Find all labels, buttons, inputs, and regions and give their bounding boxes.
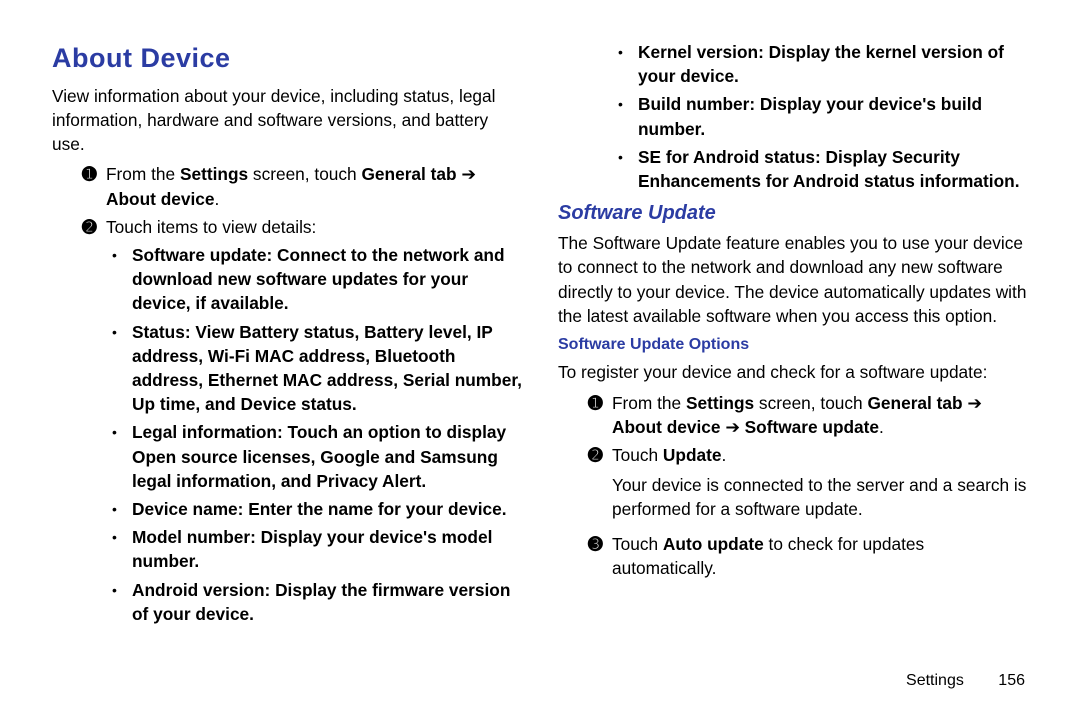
bullet-icon: • bbox=[112, 420, 132, 493]
page-body: About Device View information about your… bbox=[52, 40, 1028, 650]
list-item: • Status: View Battery status, Battery l… bbox=[112, 320, 522, 417]
step-2-text: Touch items to view details: bbox=[106, 215, 522, 239]
bullet-icon: • bbox=[112, 243, 132, 316]
intro-paragraph: View information about your device, incl… bbox=[52, 84, 522, 157]
bullet-icon: • bbox=[618, 40, 638, 88]
step-2: ➋ Touch items to view details: bbox=[82, 215, 522, 239]
step-marker: ➋ bbox=[82, 215, 106, 239]
step-1-text: From the Settings screen, touch General … bbox=[106, 162, 522, 210]
step-marker: ➌ bbox=[588, 532, 612, 580]
list-item: • Software update: Connect to the networ… bbox=[112, 243, 522, 316]
bullet-icon: • bbox=[618, 145, 638, 193]
su-step-1: ➊ From the Settings screen, touch Genera… bbox=[588, 391, 1028, 439]
step-marker: ➋ bbox=[588, 443, 612, 528]
su-step-3: ➌ Touch Auto update to check for updates… bbox=[588, 532, 1028, 580]
bullet-icon: • bbox=[112, 320, 132, 417]
bullet-icon: • bbox=[112, 497, 132, 521]
step-1: ➊ From the Settings screen, touch Genera… bbox=[82, 162, 522, 210]
software-update-intro: The Software Update feature enables you … bbox=[558, 231, 1028, 328]
footer-section: Settings bbox=[906, 670, 964, 692]
list-item: • Legal information: Touch an option to … bbox=[112, 420, 522, 493]
list-item: • SE for Android status: Display Securit… bbox=[618, 145, 1028, 193]
footer-page-number: 156 bbox=[998, 670, 1025, 692]
bullet-icon: • bbox=[112, 525, 132, 573]
page-footer: Settings 156 bbox=[906, 670, 1025, 692]
heading-about-device: About Device bbox=[52, 40, 522, 78]
step-marker: ➊ bbox=[588, 391, 612, 439]
step-marker: ➊ bbox=[82, 162, 106, 210]
heading-software-update: Software Update bbox=[558, 199, 1028, 227]
su-step-2: ➋ Touch Update. Your device is connected… bbox=[588, 443, 1028, 528]
list-item: • Android version: Display the firmware … bbox=[112, 578, 522, 626]
list-item: • Build number: Display your device's bu… bbox=[618, 92, 1028, 140]
bullet-icon: • bbox=[112, 578, 132, 626]
heading-software-update-options: Software Update Options bbox=[558, 334, 1028, 356]
su-register-line: To register your device and check for a … bbox=[558, 360, 1028, 384]
bullet-icon: • bbox=[618, 92, 638, 140]
list-item: • Model number: Display your device's mo… bbox=[112, 525, 522, 573]
list-item: • Device name: Enter the name for your d… bbox=[112, 497, 522, 521]
list-item: • Kernel version: Display the kernel ver… bbox=[618, 40, 1028, 88]
